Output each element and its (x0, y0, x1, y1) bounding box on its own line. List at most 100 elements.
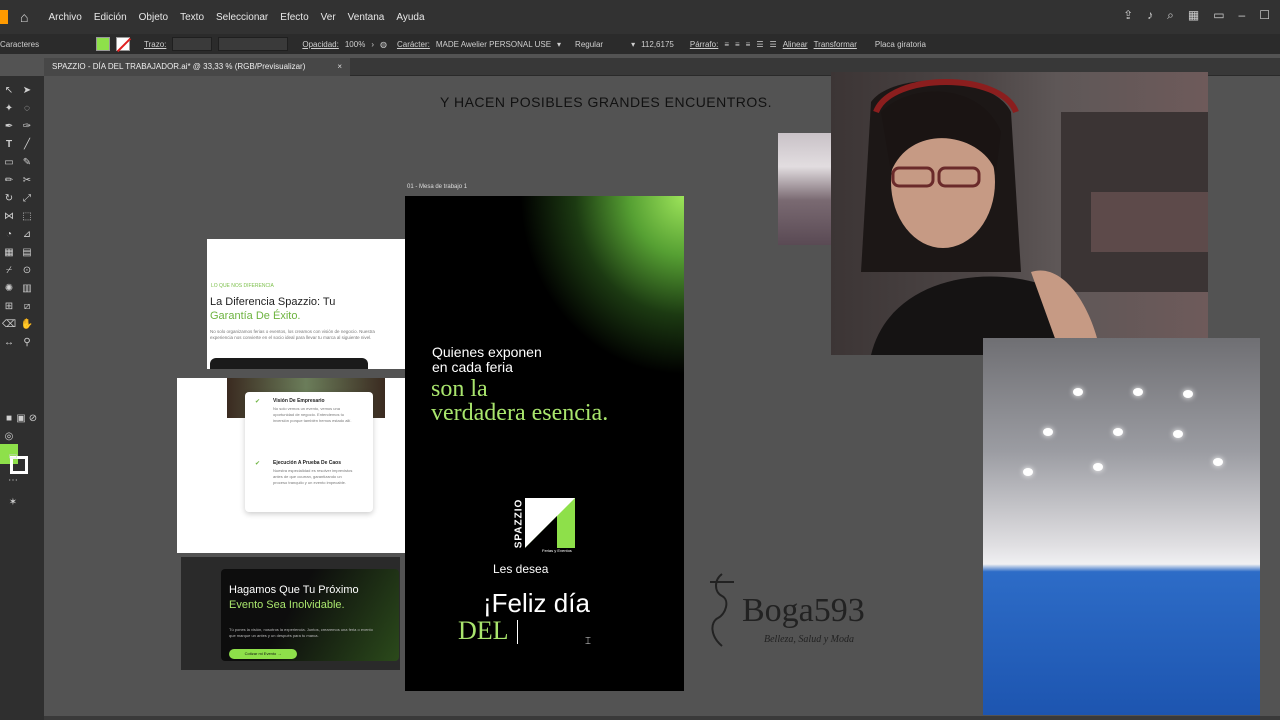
direct-selection-tool-icon[interactable]: ➤ (20, 84, 34, 98)
column-graph-icon[interactable]: ▥ (20, 282, 34, 296)
artboard-intro-text[interactable]: Quienes exponen en cada feria (432, 345, 542, 375)
mesh-tool-icon[interactable]: ▦ (2, 246, 16, 260)
stroke-label[interactable]: Trazo: (144, 40, 166, 49)
paintbrush-icon[interactable]: ✎ (20, 156, 34, 170)
line-tool-icon[interactable]: ╱ (20, 138, 34, 152)
font-name-select[interactable]: MADE Awelier PERSONAL USE (436, 40, 551, 49)
rotate-view-button[interactable]: Placa giratoria (875, 40, 926, 49)
numbering-icon[interactable]: ☰ (770, 40, 777, 49)
pin-icon[interactable]: ✶ (6, 496, 20, 510)
selection-tool-icon[interactable]: ↖ (2, 84, 16, 98)
intro-line-2: en cada feria (432, 359, 513, 375)
recolor-icon[interactable]: ◍ (380, 40, 387, 49)
placed-photo-event-hall[interactable] (983, 338, 1260, 715)
stroke-swatch[interactable] (116, 37, 130, 51)
character-label[interactable]: Carácter: (397, 40, 430, 49)
del-text[interactable]: DEL (458, 616, 509, 646)
minimize-icon[interactable]: – (1239, 8, 1246, 23)
eraser-icon[interactable]: ⌫ (2, 318, 16, 332)
horizontal-scrollbar[interactable] (44, 716, 1280, 720)
pen-tool-icon[interactable]: ✒ (2, 120, 16, 134)
opacity-label[interactable]: Opacidad: (302, 40, 338, 49)
maximize-icon[interactable]: ☐ (1259, 8, 1270, 23)
chevron-down-icon[interactable]: ▾ (557, 40, 561, 49)
screen-mode-icon[interactable]: ▭ (6, 450, 20, 464)
paragraph-label[interactable]: Párrafo: (690, 40, 718, 49)
canvas-headline-text[interactable]: Y HACEN POSIBLES GRANDES ENCUENTROS. (440, 94, 772, 110)
draw-mode-icon[interactable]: ◎ (2, 430, 16, 444)
chevron-down-icon[interactable]: ▾ (631, 40, 635, 49)
spazzio-logo[interactable]: SPAZZIO Ferias y Eventos (512, 498, 576, 554)
rectangle-tool-icon[interactable]: ▭ (2, 156, 16, 170)
placed-image-vision[interactable]: ✔ Visión De Empresario No solo vemos un … (177, 378, 405, 553)
shape-builder-icon[interactable]: ◔ (2, 228, 16, 242)
shot2-item2-body: Nuestra especialidad es resolver imprevi… (273, 468, 353, 485)
perspective-icon[interactable]: ⊿ (20, 228, 34, 242)
search-icon[interactable]: ⌕ (1167, 8, 1174, 23)
artboard-label[interactable]: 01 - Mesa de trabajo 1 (407, 184, 467, 190)
check-icon: ✔ (255, 399, 261, 405)
font-size-field[interactable]: 112,6175 (641, 40, 674, 49)
ceiling-light (1113, 428, 1123, 436)
scale-tool-icon[interactable]: ⤢ (20, 192, 34, 206)
share-icon[interactable]: ⇪ (1123, 8, 1133, 23)
magic-wand-icon[interactable]: ✦ (2, 102, 16, 116)
bullets-icon[interactable]: ☰ (756, 40, 763, 49)
menu-edicion[interactable]: Edición (94, 12, 127, 23)
zoom-tool-icon[interactable]: ⚲ (20, 336, 34, 350)
eyedropper-icon[interactable]: ⌿ (2, 264, 16, 278)
opacity-value[interactable]: 100% (345, 40, 365, 49)
feliz-dia-text[interactable]: ¡Feliz día (483, 588, 590, 619)
transform-panel-link[interactable]: Transformar (814, 40, 857, 49)
more-tools-icon[interactable]: ⋯ (6, 474, 20, 488)
menu-ventana[interactable]: Ventana (348, 12, 385, 23)
menu-ayuda[interactable]: Ayuda (396, 12, 424, 23)
menu-texto[interactable]: Texto (180, 12, 204, 23)
font-style-select[interactable]: Regular (575, 40, 603, 49)
artboard[interactable]: Quienes exponen en cada feria son la ver… (405, 196, 684, 691)
menu-archivo[interactable]: Archivo (48, 12, 81, 23)
scissors-icon[interactable]: ✂ (20, 174, 34, 188)
restore-icon[interactable]: ▭ (1213, 8, 1224, 23)
menu-objeto[interactable]: Objeto (139, 12, 168, 23)
document-tab[interactable]: SPAZZIO - DÍA DEL TRABAJADOR.ai* @ 33,33… (44, 58, 350, 76)
shot3-cta-button: Cotizar mi Evento → (229, 649, 297, 659)
les-desea-text[interactable]: Les desea (493, 562, 548, 576)
home-icon[interactable]: ⌂ (20, 9, 28, 25)
menu-seleccionar[interactable]: Seleccionar (216, 12, 268, 23)
hand-tool-icon[interactable]: ✋ (20, 318, 34, 332)
chevron-right-icon[interactable]: › (371, 40, 374, 49)
symbol-sprayer-icon[interactable]: ✺ (2, 282, 16, 296)
align-panel-link[interactable]: Alinear (783, 40, 808, 49)
placed-photo-mall[interactable] (778, 133, 832, 245)
zoom-out-icon[interactable]: ↔ (2, 336, 16, 350)
blend-tool-icon[interactable]: ⊙ (20, 264, 34, 278)
pencil-icon[interactable]: ✏ (2, 174, 16, 188)
type-tool-icon[interactable]: T (2, 138, 16, 152)
placed-image-diferencia[interactable]: LO QUE NOS DIFERENCIA La Diferencia Spaz… (207, 239, 405, 369)
align-right-icon[interactable]: ≡ (746, 40, 751, 49)
placed-image-cta[interactable]: Hagamos Que Tu Próximo Evento Sea Inolvi… (181, 557, 400, 670)
none-mode-icon[interactable]: ⊘ (26, 412, 40, 426)
width-tool-icon[interactable]: ⋈ (2, 210, 16, 224)
bell-icon[interactable]: ♪ (1147, 8, 1153, 23)
artboard-tool-icon[interactable]: ⊞ (2, 300, 16, 314)
free-transform-icon[interactable]: ⬚ (20, 210, 34, 224)
lasso-icon[interactable]: ◌ (20, 102, 34, 116)
artboard-green-text[interactable]: son la verdadera esencia. (431, 377, 608, 425)
workspace-icon[interactable]: ▦ (1188, 8, 1199, 23)
align-left-icon[interactable]: ≡ (724, 40, 729, 49)
variable-width-field[interactable] (218, 37, 289, 51)
rotate-tool-icon[interactable]: ↻ (2, 192, 16, 206)
stroke-weight-field[interactable] (172, 37, 213, 51)
menu-ver[interactable]: Ver (321, 12, 336, 23)
gradient-tool-icon[interactable]: ▤ (20, 246, 34, 260)
fill-swatch[interactable] (96, 37, 110, 51)
shot2-item2-title: Ejecución A Prueba De Caos (273, 460, 341, 466)
menu-efecto[interactable]: Efecto (280, 12, 308, 23)
align-center-icon[interactable]: ≡ (735, 40, 740, 49)
close-icon[interactable]: × (337, 58, 342, 76)
boga593-logo[interactable]: Boga593 Belleza, Salud y Moda (700, 570, 880, 650)
curvature-tool-icon[interactable]: ✑ (20, 120, 34, 134)
slice-tool-icon[interactable]: ⧄ (20, 300, 34, 314)
